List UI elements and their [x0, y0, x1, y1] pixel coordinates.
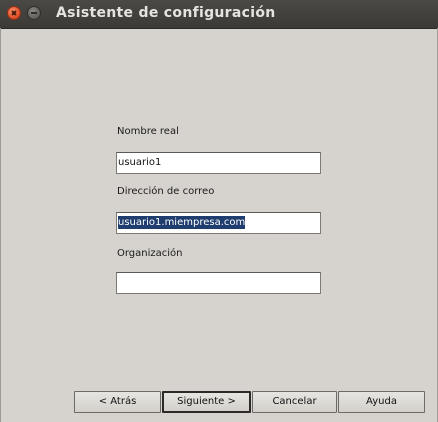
- real-name-value: usuario1: [118, 157, 162, 168]
- next-button[interactable]: Siguiente >: [162, 391, 251, 413]
- close-window-icon[interactable]: [7, 6, 21, 20]
- email-value-selected: usuario1.miempresa.com: [118, 216, 246, 229]
- back-button[interactable]: < Atrás: [74, 391, 161, 413]
- real-name-input[interactable]: usuario1: [116, 152, 321, 174]
- window-title: Asistente de configuración: [56, 5, 276, 21]
- email-input[interactable]: usuario1.miempresa.com: [116, 212, 321, 234]
- cancel-button[interactable]: Cancelar: [252, 391, 337, 413]
- organization-input[interactable]: [116, 272, 321, 294]
- minimize-window-icon[interactable]: [27, 6, 41, 20]
- real-name-label: Nombre real: [117, 126, 179, 137]
- organization-label: Organización: [117, 248, 183, 259]
- title-bar: Asistente de configuración: [0, 0, 438, 29]
- email-label: Dirección de correo: [117, 186, 215, 197]
- help-button[interactable]: Ayuda: [338, 391, 425, 413]
- window-border-left: [0, 28, 1, 422]
